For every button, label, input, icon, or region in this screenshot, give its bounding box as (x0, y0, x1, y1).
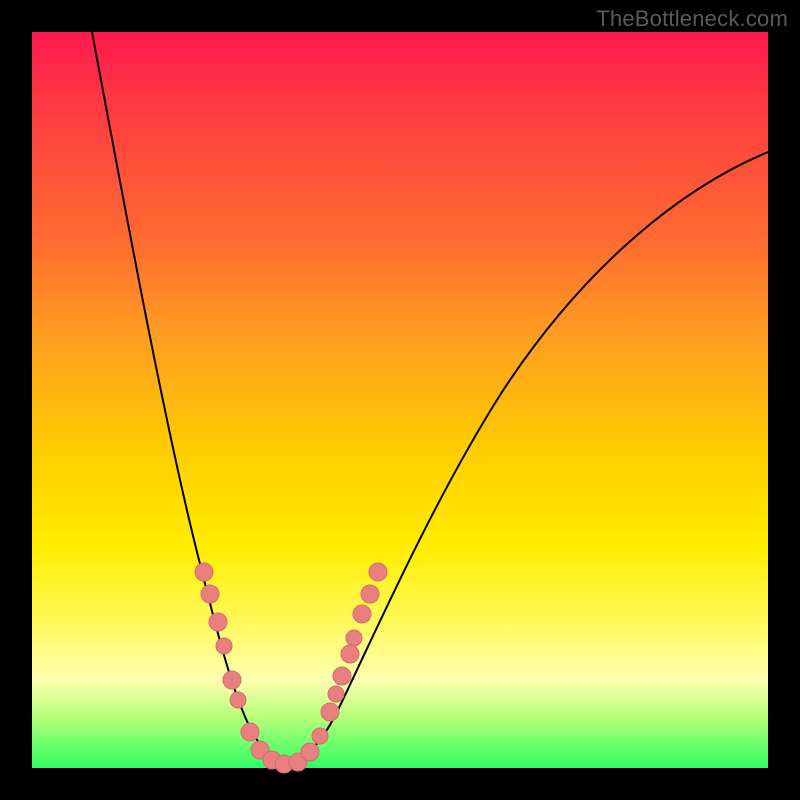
watermark-text: TheBottleneck.com (596, 6, 788, 32)
data-point (346, 630, 362, 646)
data-point (223, 671, 241, 689)
data-point (195, 563, 213, 581)
plot-area (32, 32, 768, 768)
data-point (230, 692, 246, 708)
data-point (301, 743, 319, 761)
data-point (209, 613, 227, 631)
data-point (353, 605, 371, 623)
data-point (361, 585, 379, 603)
chart-overlay (32, 32, 768, 768)
data-point (369, 563, 387, 581)
data-point (241, 723, 259, 741)
curve-left (92, 32, 284, 764)
data-point (321, 703, 339, 721)
curve-right (284, 152, 768, 764)
data-point (328, 686, 344, 702)
data-point (333, 667, 351, 685)
data-point (341, 645, 359, 663)
outer-frame: TheBottleneck.com (0, 0, 800, 800)
data-point (216, 638, 232, 654)
data-point (312, 728, 328, 744)
data-point (201, 585, 219, 603)
